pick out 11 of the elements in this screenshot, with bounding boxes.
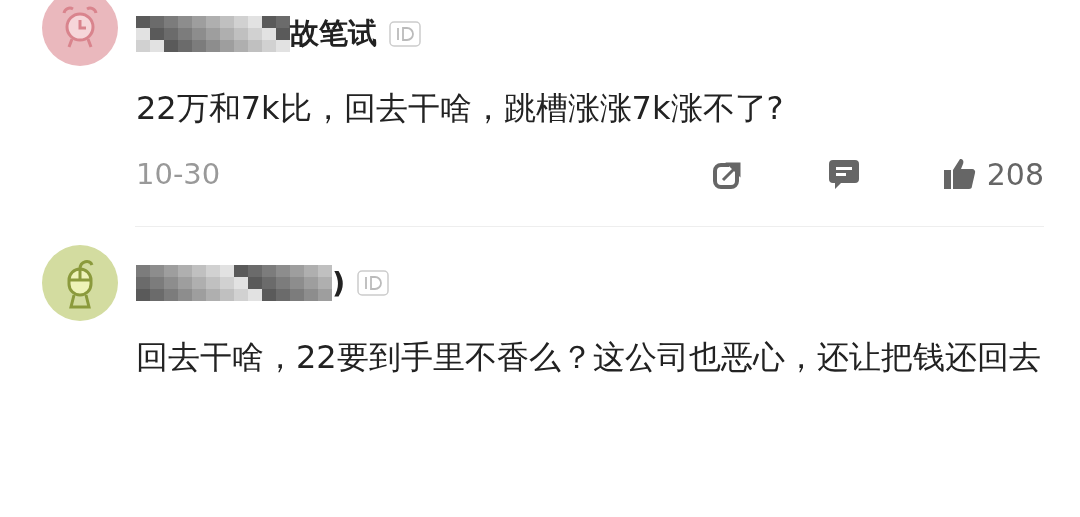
comment-icon[interactable] [826,157,861,191]
avatar[interactable] [42,0,118,66]
like-button[interactable]: 208 [942,156,1044,192]
comment-text: 回去干啥，22要到手里不香么？这公司也恶心，还让把钱还回去 [136,337,1042,378]
comment-text: 22万和7k比，回去干啥，跳槽涨涨7k涨不了? [136,88,785,129]
username: ) [332,266,346,300]
id-badge-icon [357,270,390,296]
username: 故笔试 [290,15,377,52]
comment-date: 10-30 [136,157,221,191]
thumbs-up-icon [942,158,977,190]
id-badge-icon [389,21,421,47]
